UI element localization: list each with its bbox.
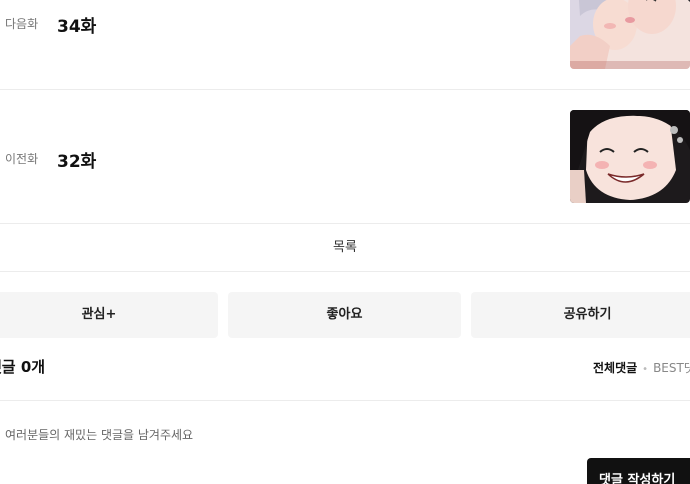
tab-separator: • [642,364,649,375]
episode-list-link[interactable]: 목록 [0,225,690,272]
subscribe-button[interactable]: 관심+ [0,292,218,338]
comments-count-title: 댓글 0개 [0,358,46,376]
like-button[interactable]: 좋아요 [228,292,461,338]
action-buttons: 관심+ 좋아요 공유하기 [0,292,690,338]
comment-input-placeholder[interactable]: 여러분들의 재밌는 댓글을 남겨주세요 [5,426,193,443]
prev-episode-row[interactable]: 이전화 32화 [0,90,690,224]
share-button[interactable]: 공유하기 [471,292,690,338]
tab-all-comments[interactable]: 전체댓글 [593,361,637,375]
next-episode-label: 다음화 [5,17,39,31]
comments-sort-tabs: 전체댓글 • BEST댓글 [593,359,690,376]
next-episode-thumbnail-art [570,0,690,69]
next-episode-thumbnail[interactable] [570,0,690,69]
write-comment-button[interactable]: 댓글 작성하기 [587,458,690,484]
comments-divider [0,400,690,401]
tab-best-comments[interactable]: BEST댓글 [653,361,690,375]
prev-episode-label: 이전화 [5,152,39,166]
prev-episode-thumbnail[interactable] [570,110,690,203]
next-episode-number: 34화 [57,17,97,37]
next-episode-row[interactable]: 다음화 34화 [0,0,690,90]
episode-viewer-footer: 다음화 34화 이전화 32화 목록 관심+ 좋아요 공유하기 글 0개 전체댓… [0,0,690,484]
prev-episode-number: 32화 [57,152,97,172]
comments-header: 댓글 0개 전체댓글 • BEST댓글 [0,352,690,382]
prev-episode-thumbnail-art [570,110,690,203]
